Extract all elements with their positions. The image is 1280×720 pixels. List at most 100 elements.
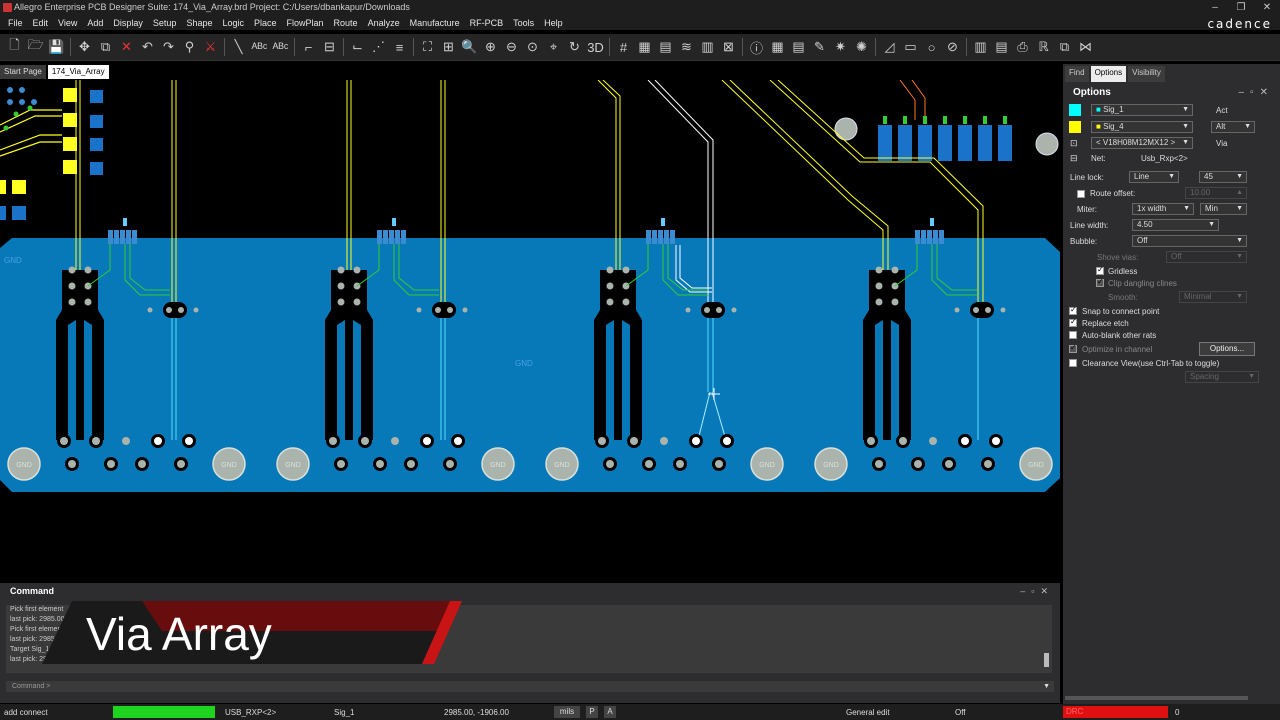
menu-edit[interactable]: Edit: [28, 18, 54, 28]
slide-icon[interactable]: ⊟: [319, 37, 340, 58]
shape-rect-icon[interactable]: ▭: [900, 37, 921, 58]
tab-board-file[interactable]: 174_Via_Array: [47, 65, 109, 79]
tab-visibility[interactable]: Visibility: [1128, 66, 1165, 82]
zoom-fit-icon[interactable]: ⛶: [417, 37, 438, 58]
redraw-icon[interactable]: ↻: [564, 37, 585, 58]
add-line-icon[interactable]: ╲: [228, 37, 249, 58]
menu-display[interactable]: Display: [108, 18, 148, 28]
spread-icon[interactable]: ⋰: [368, 37, 389, 58]
menu-setup[interactable]: Setup: [148, 18, 182, 28]
library-icon[interactable]: ▥: [970, 37, 991, 58]
options-button[interactable]: Options...: [1199, 342, 1255, 356]
highlight-icon[interactable]: ✎: [809, 37, 830, 58]
gridless-checkbox[interactable]: [1096, 265, 1104, 275]
a-button[interactable]: A: [604, 706, 616, 718]
shape-circle-icon[interactable]: ○: [921, 37, 942, 58]
shove-vias-select[interactable]: Off ▼: [1166, 251, 1247, 263]
bubble-select[interactable]: Off ▼: [1132, 235, 1247, 247]
command-input[interactable]: Command > ▼: [6, 681, 1054, 692]
zoom-out-icon[interactable]: ⊖: [501, 37, 522, 58]
minimize-icon[interactable]: –: [1202, 0, 1228, 15]
dehighlight-icon[interactable]: ✷: [830, 37, 851, 58]
reports-icon[interactable]: ▦: [767, 37, 788, 58]
route-offset-checkbox[interactable]: [1077, 190, 1085, 198]
spacing-select[interactable]: Spacing ▼: [1185, 371, 1259, 383]
save-icon[interactable]: 💾: [46, 37, 67, 58]
unfix-icon[interactable]: ⚔: [200, 37, 221, 58]
tab-find[interactable]: Find: [1065, 66, 1089, 82]
add-text-icon[interactable]: ᴬᴮᶜ: [249, 37, 270, 58]
copy-icon[interactable]: ⧉: [95, 37, 116, 58]
menu-flowplan[interactable]: FlowPlan: [282, 18, 329, 28]
close-icon[interactable]: ✕: [1254, 0, 1280, 15]
zoom-window-icon[interactable]: ⊞: [438, 37, 459, 58]
3d-view-icon[interactable]: 3D: [585, 37, 606, 58]
menu-file[interactable]: File: [3, 18, 28, 28]
clip-dangling-checkbox[interactable]: [1096, 277, 1104, 287]
miter-select[interactable]: 1x width ▼: [1132, 203, 1194, 215]
shape-void-icon[interactable]: ⊘: [942, 37, 963, 58]
ratsnest-icon[interactable]: ℝ: [1033, 37, 1054, 58]
open-folder-icon[interactable]: 🗁: [25, 37, 46, 58]
menu-add[interactable]: Add: [82, 18, 108, 28]
p-button[interactable]: P: [586, 706, 598, 718]
zoom-select-icon[interactable]: ⌖: [543, 37, 564, 58]
edit-text-icon[interactable]: ᴬᴮᶜ: [270, 37, 291, 58]
shape-poly-icon[interactable]: ◿: [879, 37, 900, 58]
undo-icon[interactable]: ↶: [137, 37, 158, 58]
menu-rf-pcb[interactable]: RF-PCB: [465, 18, 509, 28]
route-icon[interactable]: ⌙: [347, 37, 368, 58]
panel-controls[interactable]: –▫✕: [1239, 86, 1275, 100]
constraint-manager-icon[interactable]: ▥: [697, 37, 718, 58]
via-select[interactable]: < V18H08M12MX12 > ▼: [1091, 137, 1193, 149]
act-layer-select[interactable]: ■ Sig_1 ▼: [1091, 104, 1193, 116]
info-icon[interactable]: ⓘ: [746, 37, 767, 58]
replace-etch-checkbox[interactable]: [1069, 317, 1077, 327]
snap-checkbox[interactable]: [1069, 305, 1077, 315]
zoom-prev-icon[interactable]: ⊙: [522, 37, 543, 58]
miter-min-select[interactable]: Min ▼: [1200, 203, 1247, 215]
menu-analyze[interactable]: Analyze: [363, 18, 405, 28]
units-button[interactable]: mils: [554, 706, 580, 718]
menu-view[interactable]: View: [53, 18, 82, 28]
line-lock-select[interactable]: Line ▼: [1129, 171, 1179, 183]
menu-logic[interactable]: Logic: [217, 18, 249, 28]
grid-icon[interactable]: #: [613, 37, 634, 58]
log-scrollbar[interactable]: [1044, 653, 1049, 667]
new-file-icon[interactable]: 🗋: [4, 37, 25, 58]
alt-layer-select[interactable]: ■ Sig_4 ▼: [1091, 121, 1193, 133]
tab-options[interactable]: Options: [1090, 66, 1127, 82]
cross-probe-icon[interactable]: ⋈: [1075, 37, 1096, 58]
assign-color-icon[interactable]: ✺: [851, 37, 872, 58]
menu-place[interactable]: Place: [249, 18, 282, 28]
color-icon[interactable]: ▦: [634, 37, 655, 58]
zoom-in-icon[interactable]: ⊕: [480, 37, 501, 58]
drc-indicator[interactable]: DRC: [1063, 706, 1168, 718]
menu-route[interactable]: Route: [329, 18, 363, 28]
act-layer-swatch[interactable]: [1069, 104, 1081, 116]
pcb-canvas[interactable]: GND GND GND GND GND GND GND GND GND GND: [0, 80, 1060, 580]
route-offset-input[interactable]: 10.00 ▲: [1185, 187, 1247, 199]
auto-blank-checkbox[interactable]: [1069, 331, 1077, 339]
command-controls[interactable]: –▫✕: [1020, 583, 1054, 599]
move-icon[interactable]: ✥: [74, 37, 95, 58]
measure-icon[interactable]: ▤: [788, 37, 809, 58]
line-width-select[interactable]: 4.50 ▼: [1132, 219, 1219, 231]
menu-help[interactable]: Help: [539, 18, 568, 28]
xsection-icon[interactable]: ≋: [676, 37, 697, 58]
command-dropdown-icon[interactable]: ▼: [1043, 681, 1050, 692]
fix-icon[interactable]: ⚲: [179, 37, 200, 58]
restore-icon[interactable]: ❐: [1228, 0, 1254, 15]
windows-icon[interactable]: ⧉: [1054, 37, 1075, 58]
zoom-icon[interactable]: 🔍: [459, 37, 480, 58]
optimize-checkbox[interactable]: [1069, 343, 1077, 353]
smooth-select[interactable]: Minimal ▼: [1179, 291, 1247, 303]
alt-layer-swatch[interactable]: [1069, 121, 1081, 133]
clearance-checkbox[interactable]: [1069, 359, 1077, 367]
tab-start-page[interactable]: Start Page: [0, 65, 46, 79]
line-lock-angle-select[interactable]: 45 ▼: [1199, 171, 1247, 183]
place-icon[interactable]: ▤: [991, 37, 1012, 58]
menu-shape[interactable]: Shape: [181, 18, 217, 28]
redo-icon[interactable]: ↷: [158, 37, 179, 58]
cmgr-icon[interactable]: ⊠: [718, 37, 739, 58]
